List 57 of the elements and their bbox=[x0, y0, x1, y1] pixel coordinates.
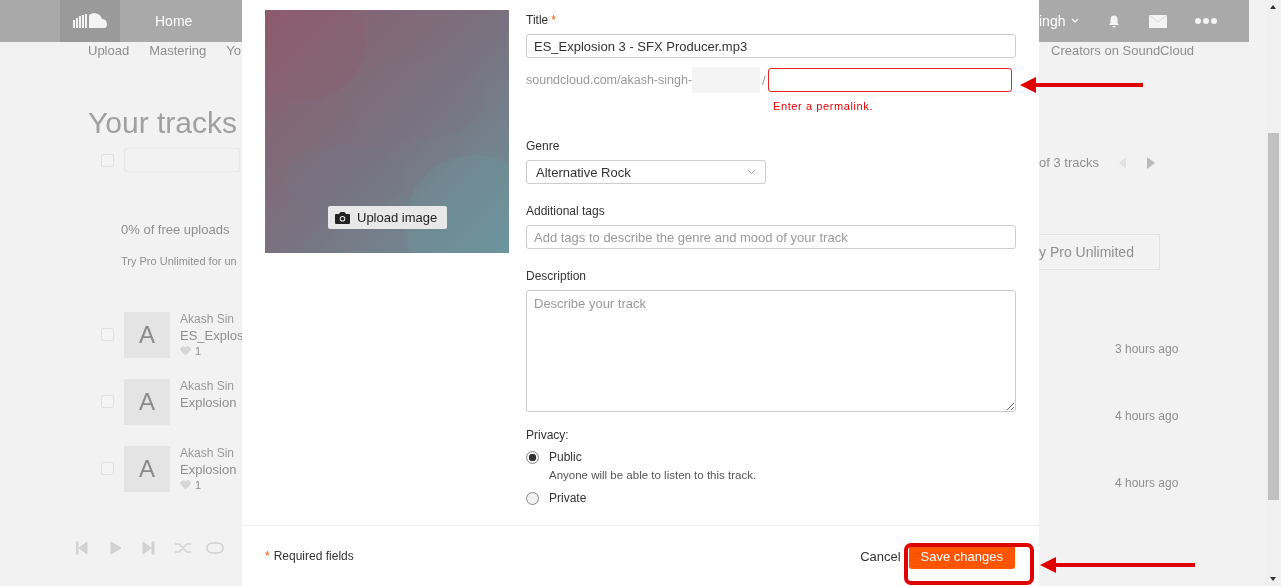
track-time: 4 hours ago bbox=[1115, 476, 1180, 490]
cancel-button[interactable]: Cancel bbox=[860, 548, 901, 564]
nav-link[interactable]: Home bbox=[155, 13, 193, 29]
camera-icon bbox=[335, 211, 350, 224]
chevron-icon bbox=[747, 169, 756, 175]
bell-icon[interactable] bbox=[1107, 13, 1122, 29]
creators-link[interactable]: Creators on SoundCloud bbox=[1051, 43, 1265, 58]
radio-label[interactable]: Private bbox=[549, 491, 587, 505]
heart-icon bbox=[180, 480, 191, 490]
radio-button[interactable] bbox=[526, 450, 539, 464]
mail-icon[interactable] bbox=[1149, 14, 1168, 28]
description-field[interactable]: Describe your track bbox=[526, 290, 1016, 412]
track-time: 4 hours ago bbox=[1115, 409, 1180, 423]
user-menu[interactable]: ingh bbox=[1039, 13, 1066, 29]
field-label: Additional tags bbox=[526, 204, 606, 219]
track-artist[interactable]: Akash Sin bbox=[180, 446, 237, 460]
track-artist[interactable]: Akash Sin bbox=[180, 379, 237, 393]
radio-button[interactable] bbox=[526, 491, 539, 505]
subnav-link[interactable]: Upload bbox=[88, 43, 130, 61]
privacy-label: Privacy: bbox=[526, 428, 570, 443]
track-time: 3 hours ago bbox=[1115, 342, 1180, 356]
more-icon[interactable] bbox=[1195, 18, 1218, 24]
radio-label[interactable]: Public bbox=[549, 450, 582, 464]
page-heading: Your tracks bbox=[88, 106, 238, 140]
option-note: Anyone will be able to listen to this track. bbox=[549, 469, 758, 481]
avatar: A bbox=[124, 446, 170, 492]
field-label: Genre bbox=[526, 139, 561, 154]
permalink-separator: / bbox=[762, 72, 766, 88]
logo-icon[interactable] bbox=[60, 0, 120, 42]
required-mark: * bbox=[551, 13, 556, 28]
avatar: A bbox=[124, 312, 170, 358]
upload-image-button[interactable]: Upload image bbox=[328, 206, 448, 229]
track-title[interactable]: Explosion bbox=[180, 462, 237, 477]
like-count: 1 bbox=[195, 345, 202, 357]
tags-field[interactable]: Add tags to describe the genre and mood of your track bbox=[526, 225, 1016, 249]
track-artist[interactable]: Akash Sin bbox=[180, 312, 244, 326]
like-count: 1 bbox=[195, 479, 202, 491]
permalink-field[interactable] bbox=[767, 68, 1012, 92]
quota-text: 0% of free uploads bbox=[121, 222, 231, 237]
track-title[interactable]: ES_Explos bbox=[180, 328, 244, 343]
track-title[interactable]: Explosion bbox=[180, 395, 237, 410]
heart-icon bbox=[180, 346, 191, 356]
next-icon[interactable] bbox=[1146, 156, 1155, 169]
error-message: Enter a permalink. bbox=[773, 100, 875, 114]
permalink-prefix: soundcloud.com/akash-singh- bbox=[526, 73, 693, 87]
field-label: Description bbox=[526, 269, 588, 284]
required-mark: * bbox=[265, 549, 270, 563]
pager-text: of 3 tracks bbox=[1039, 155, 1099, 170]
required-note: Required fields bbox=[273, 549, 354, 563]
subnav-link[interactable]: Mastering bbox=[149, 43, 207, 61]
avatar: A bbox=[124, 379, 170, 425]
chevron-icon bbox=[1071, 18, 1080, 24]
field-label: Title bbox=[526, 13, 549, 28]
subnav-link[interactable]: Yo bbox=[226, 43, 241, 61]
title-field[interactable]: ES_Explosion 3 - SFX Producer.mp3 bbox=[526, 34, 1016, 58]
quota-note: Try Pro Unlimited for un bbox=[121, 255, 238, 267]
genre-dropdown[interactable]: Alternative Rock bbox=[526, 160, 766, 184]
